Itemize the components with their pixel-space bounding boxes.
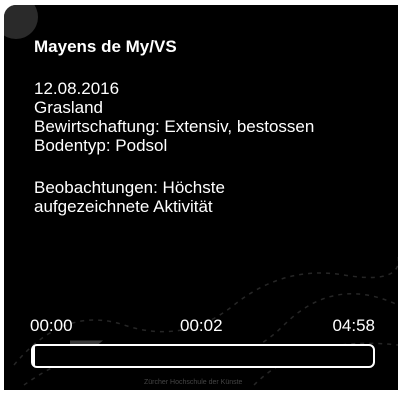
- soil-type: Bodentyp: Podsol: [34, 136, 168, 155]
- corner-dot: [4, 5, 38, 39]
- details-block: 12.08.2016 Grasland Bewirtschaftung: Ext…: [34, 79, 374, 155]
- time-readout: 00:00 00:02 04:58: [30, 316, 375, 336]
- observations-block: Beobachtungen: Höchste aufgezeichnete Ak…: [34, 178, 374, 216]
- playback-progress-bar[interactable]: [31, 344, 375, 368]
- management-info: Bewirtschaftung: Extensiv, bestossen: [34, 117, 315, 136]
- card-content: Mayens de My/VS 12.08.2016 Grasland Bewi…: [34, 37, 374, 216]
- progress-fill: [33, 346, 36, 366]
- total-time: 04:58: [332, 316, 375, 335]
- current-time: 00:02: [180, 316, 223, 335]
- start-time: 00:00: [30, 316, 73, 335]
- recording-date: 12.08.2016: [34, 79, 120, 98]
- habitat-type: Grasland: [34, 98, 103, 117]
- watermark-subtext: Zürcher Hochschule der Künste: [144, 379, 243, 386]
- location-title: Mayens de My/VS: [34, 37, 177, 56]
- observations-text: Beobachtungen: Höchste aufgezeichnete Ak…: [34, 178, 225, 216]
